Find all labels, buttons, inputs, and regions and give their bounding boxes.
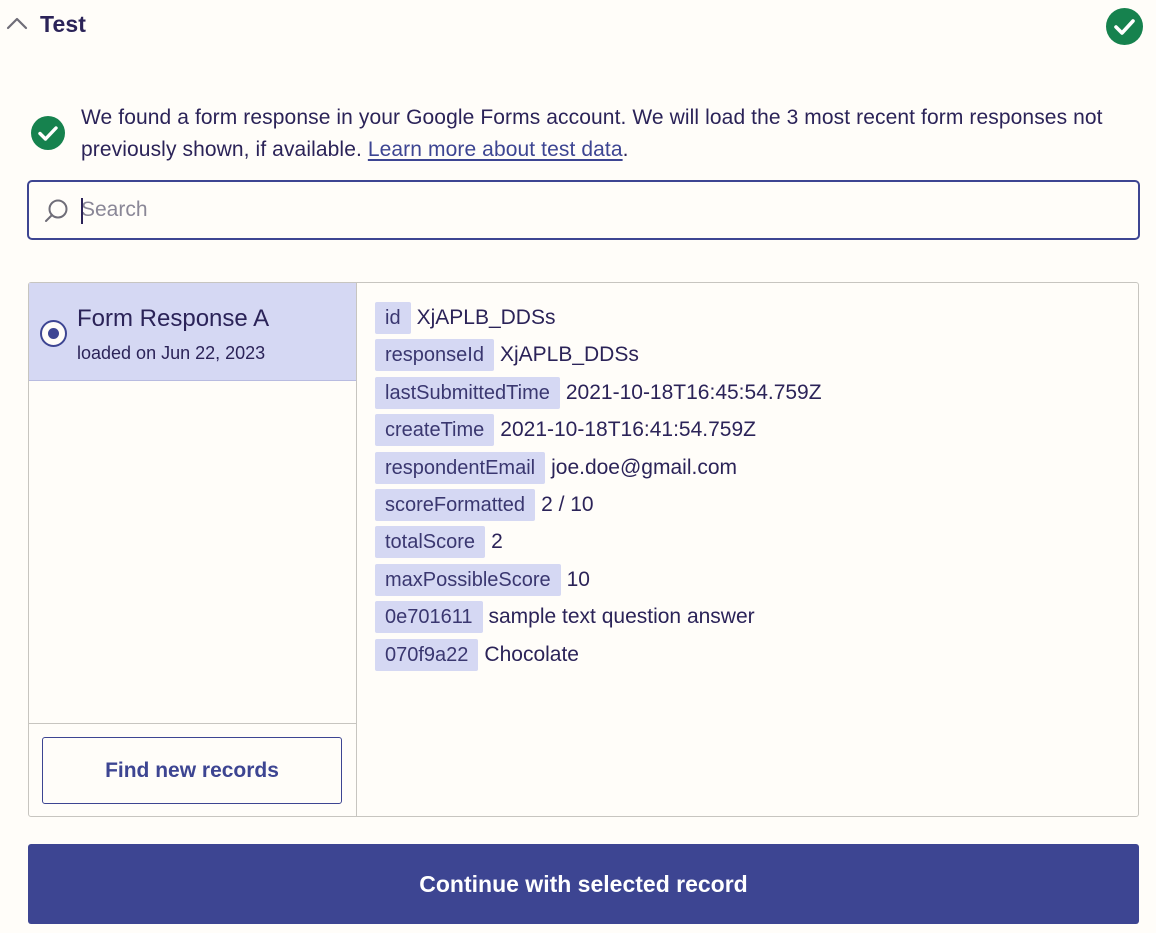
field-row: lastSubmittedTime 2021-10-18T16:45:54.759…: [375, 376, 1125, 414]
field-value: joe.doe@gmail.com: [551, 455, 737, 479]
field-key: 070f9a22: [375, 638, 479, 671]
check-circle-icon: [1106, 8, 1143, 45]
record-item-selected[interactable]: Form Response A loaded on Jun 22, 2023: [29, 283, 356, 381]
learn-more-link[interactable]: Learn more about test data: [368, 138, 623, 161]
info-message: We found a form response in your Google …: [81, 102, 1141, 166]
success-check-icon: [31, 116, 65, 150]
field-value: 2: [491, 530, 503, 554]
records-panel: Form Response A loaded on Jun 22, 2023 F…: [28, 282, 1139, 817]
field-key: lastSubmittedTime: [375, 376, 560, 409]
field-value: XjAPLB_DDSs: [499, 343, 639, 367]
section-header: Test: [0, 0, 1156, 52]
record-details: id XjAPLB_DDSs responseId XjAPLB_DDSs last…: [375, 302, 1125, 676]
field-key: 0e701611: [375, 601, 483, 634]
chevron-up-icon: [6, 17, 28, 30]
field-value: 10: [566, 567, 590, 591]
field-key: id: [375, 302, 411, 334]
field-row: scoreFormatted 2 / 10: [375, 488, 1125, 526]
search-box[interactable]: [27, 180, 1140, 240]
field-value: Chocolate: [484, 642, 579, 666]
find-new-records-button[interactable]: Find new records: [42, 737, 342, 804]
field-row: createTime 2021-10-18T16:41:54.759Z: [375, 414, 1125, 451]
field-key: createTime: [375, 414, 495, 447]
section-title: Test: [40, 11, 86, 37]
field-row: maxPossibleScore 10: [375, 563, 1125, 601]
radio-dot: [48, 328, 59, 339]
test-section: Test We found a form response in your Go…: [0, 0, 1156, 933]
field-key: totalScore: [375, 526, 486, 559]
collapse-button[interactable]: [4, 10, 30, 36]
field-key: maxPossibleScore: [375, 563, 561, 596]
continue-button[interactable]: Continue with selected record: [28, 844, 1139, 924]
text-caret: [81, 198, 83, 224]
field-row: 070f9a22 Chocolate: [375, 638, 1125, 676]
info-message-end: .: [622, 138, 629, 161]
radio-selected[interactable]: [40, 320, 67, 347]
search-input[interactable]: [81, 192, 1121, 228]
records-list-footer: Find new records: [29, 723, 356, 816]
field-value: 2021-10-18T16:45:54.759Z: [565, 380, 822, 404]
field-key: responseId: [375, 339, 494, 372]
field-row: 0e701611 sample text question answer: [375, 601, 1125, 638]
field-value: 2 / 10: [541, 492, 594, 516]
record-title: Form Response A: [77, 305, 270, 332]
search-icon: [45, 199, 68, 222]
field-row: totalScore 2: [375, 526, 1125, 563]
records-list: Form Response A loaded on Jun 22, 2023 F…: [29, 283, 357, 816]
field-value: sample text question answer: [488, 605, 755, 629]
record-subtitle: loaded on Jun 22, 2023: [77, 343, 266, 363]
field-value: 2021-10-18T16:41:54.759Z: [500, 418, 756, 442]
field-value: XjAPLB_DDSs: [416, 306, 556, 329]
field-key: scoreFormatted: [375, 488, 536, 521]
field-row: id XjAPLB_DDSs: [375, 302, 1125, 339]
field-key: respondentEmail: [375, 451, 546, 484]
field-row: responseId XjAPLB_DDSs: [375, 339, 1125, 376]
field-row: respondentEmail joe.doe@gmail.com: [375, 451, 1125, 489]
